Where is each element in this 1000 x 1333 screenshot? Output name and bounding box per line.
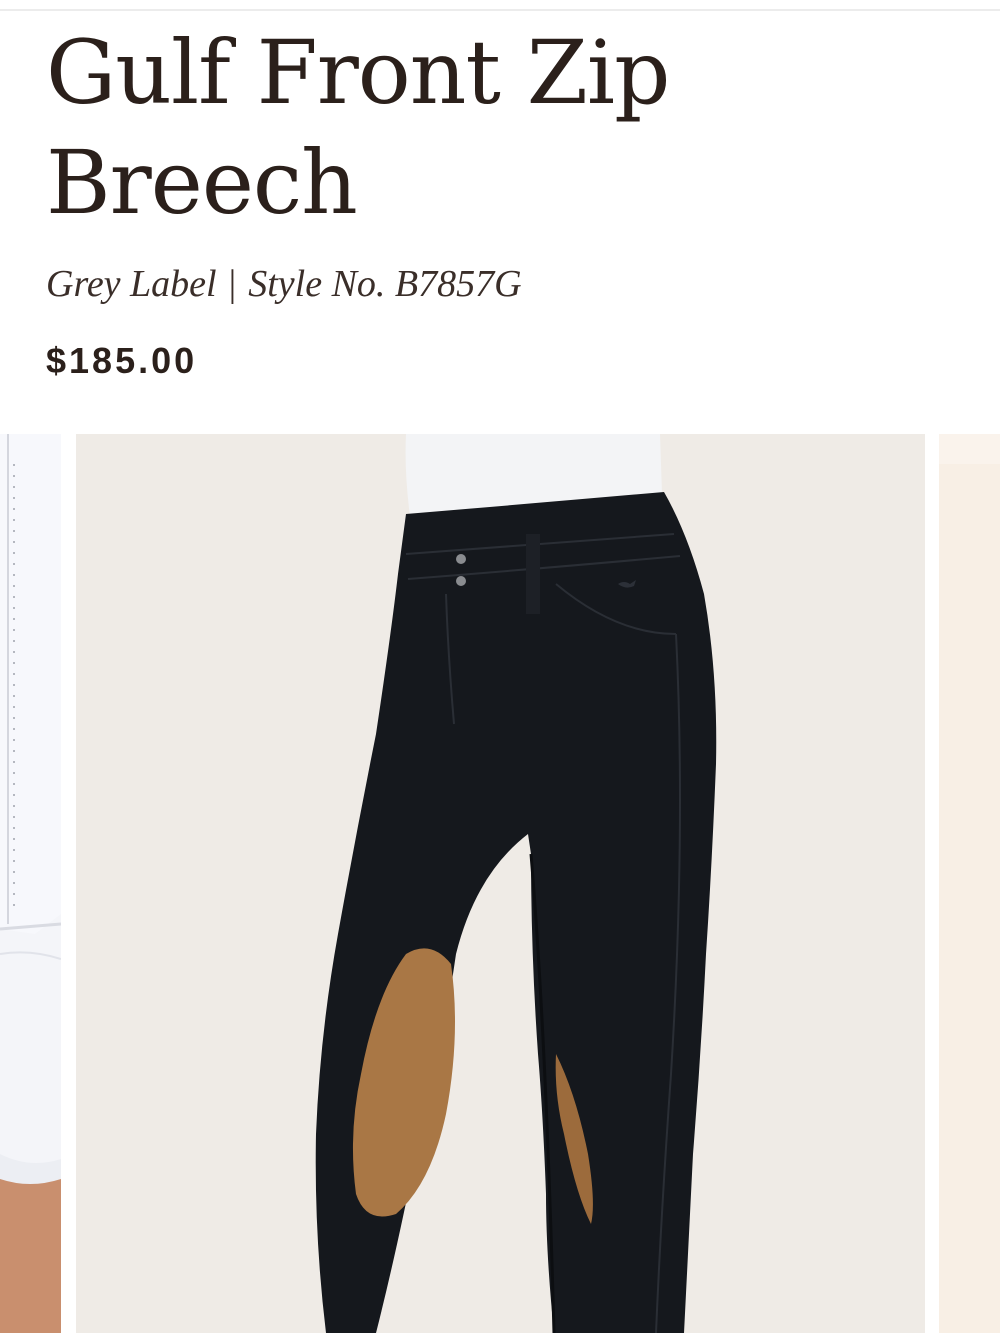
black-breech-image [76, 434, 925, 1333]
product-title: Gulf Front Zip Breech [46, 21, 670, 234]
product-subtitle: Grey Label | Style No. B7857G [46, 262, 522, 306]
top-divider [0, 9, 1000, 11]
gallery-image-main[interactable] [76, 434, 925, 1333]
brand-label: Grey Label [46, 263, 217, 305]
style-number: Style No. B7857G [248, 263, 522, 305]
next-product-image [939, 434, 1000, 1333]
gallery-image-next[interactable] [939, 434, 1000, 1333]
product-price: $185.00 [46, 340, 198, 381]
product-image-gallery[interactable] [0, 434, 1000, 1333]
gallery-image-previous[interactable] [0, 434, 61, 1333]
subtitle-separator: | [228, 263, 237, 305]
white-shirt-image [0, 434, 61, 1333]
